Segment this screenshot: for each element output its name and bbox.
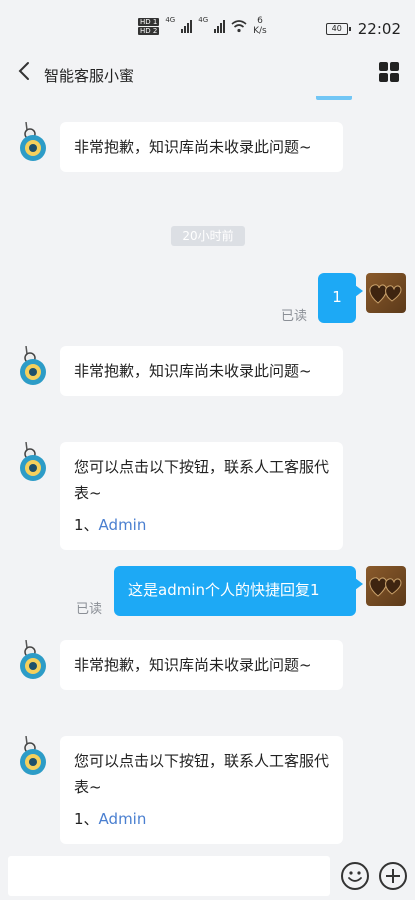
network-type-2: 4G: [198, 16, 209, 24]
battery-icon: 40: [325, 23, 351, 35]
hearts-icon: [369, 577, 402, 597]
message-text: 非常抱歉，知识库尚未收录此问题~: [74, 138, 312, 156]
bot-avatar-icon: [20, 346, 46, 385]
time-divider: 20小时前: [171, 226, 245, 246]
message-bubble-bot: 您可以点击以下按钮，联系人工客服代表~ 1、Admin: [60, 736, 343, 844]
bot-avatar-icon: [20, 640, 46, 679]
contact-option: 1、Admin: [74, 806, 329, 832]
network-type-1: 4G: [165, 16, 176, 24]
message-bubble-bot: 非常抱歉，知识库尚未收录此问题~: [60, 640, 343, 690]
grid-cell-icon: [390, 62, 399, 71]
nav-bar: 智能客服小蜜: [0, 42, 415, 100]
message-text: 您可以点击以下按钮，联系人工客服代表~: [74, 458, 330, 502]
bot-avatar-icon: [20, 736, 46, 775]
read-status: 已读: [76, 602, 103, 617]
back-button[interactable]: [14, 60, 36, 82]
signal-icon-1: [181, 19, 193, 33]
hearts-icon: [369, 284, 402, 304]
chevron-left-icon: [18, 62, 29, 80]
message-bubble-bot: 非常抱歉，知识库尚未收录此问题~: [60, 122, 343, 172]
menu-grid-button[interactable]: [379, 62, 399, 82]
plus-icon: [386, 869, 400, 883]
grid-cell-icon: [379, 73, 388, 82]
option-number: 1、: [74, 810, 99, 828]
option-number: 1、: [74, 516, 99, 534]
message-bubble-user: 1: [318, 273, 363, 323]
message-text: 1: [332, 288, 342, 306]
message-text: 非常抱歉，知识库尚未收录此问题~: [74, 362, 312, 380]
message-bubble-user: 这是admin个人的快捷回复1: [114, 566, 363, 616]
message-text: 您可以点击以下按钮，联系人工客服代表~: [74, 752, 330, 796]
clock: 22:02: [357, 20, 401, 38]
user-avatar: [366, 566, 406, 606]
speed-unit: K/s: [253, 26, 267, 36]
read-status: 已读: [281, 309, 308, 324]
bot-avatar-icon: [20, 442, 46, 481]
emoji-icon: [348, 871, 362, 882]
message-bubble-bot: 非常抱歉，知识库尚未收录此问题~: [60, 346, 343, 396]
user-avatar: [366, 273, 406, 313]
message-input[interactable]: [8, 856, 330, 896]
message-text: 非常抱歉，知识库尚未收录此问题~: [74, 656, 312, 674]
network-speed: 6 K/s: [253, 16, 267, 36]
status-bar: HD 1 HD 2 4G 4G 6 K/s 40 22:02: [0, 0, 415, 42]
grid-cell-icon: [390, 73, 399, 82]
admin-contact-link[interactable]: Admin: [99, 810, 147, 828]
input-bar: [0, 852, 415, 900]
wifi-icon: [231, 20, 247, 33]
plus-button[interactable]: [379, 862, 407, 890]
status-indicators: HD 1 HD 2 4G 4G 6 K/s: [138, 16, 267, 36]
hd1-label: HD 1: [138, 17, 160, 26]
chat-area[interactable]: 非常抱歉，知识库尚未收录此问题~ 20小时前 已读 1 非常抱歉，知识库尚未收录…: [0, 100, 415, 852]
hd2-label: HD 2: [138, 26, 160, 35]
message-text: 这是admin个人的快捷回复1: [128, 581, 320, 599]
contact-option: 1、Admin: [74, 512, 329, 538]
page-title: 智能客服小蜜: [44, 67, 135, 85]
bot-avatar-icon: [20, 122, 46, 161]
status-right: 40 22:02: [325, 20, 401, 38]
speed-value: 6: [257, 16, 263, 26]
signal-icon-2: [214, 19, 226, 33]
emoji-button[interactable]: [341, 862, 369, 890]
grid-cell-icon: [379, 62, 388, 71]
message-bubble-bot: 您可以点击以下按钮，联系人工客服代表~ 1、Admin: [60, 442, 343, 550]
admin-contact-link[interactable]: Admin: [99, 516, 147, 534]
hd-indicator: HD 1 HD 2: [138, 17, 160, 35]
